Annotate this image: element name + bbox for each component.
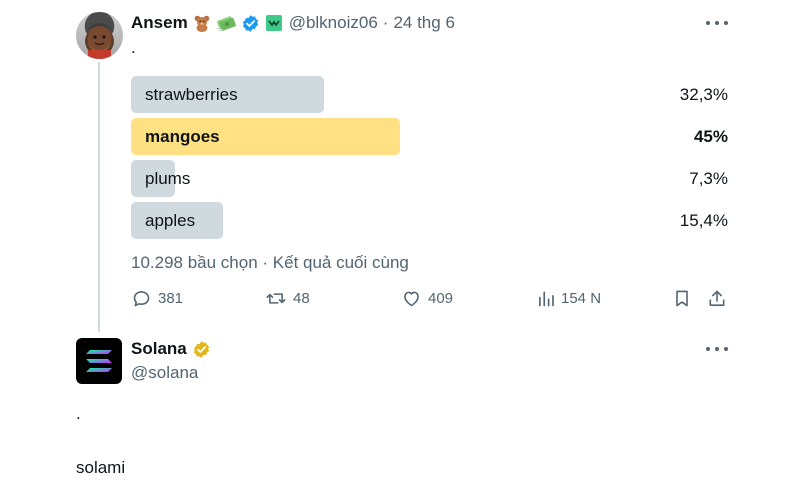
- tweet-solana[interactable]: Solana @solana . solami: [0, 334, 800, 500]
- avatar[interactable]: [76, 338, 122, 384]
- teddy-bear-emoji: [193, 14, 211, 32]
- avatar[interactable]: [76, 12, 123, 59]
- like-button[interactable]: 409: [401, 288, 453, 309]
- poll-option-label: apples: [145, 211, 196, 230]
- tweet-text: .: [131, 38, 136, 57]
- poll-option-plums: plums 7,3%: [131, 160, 728, 197]
- like-count: 409: [428, 290, 454, 307]
- verified-badge-icon[interactable]: [241, 14, 260, 33]
- heart-icon: [401, 288, 422, 309]
- view-count: 154 N: [561, 290, 602, 307]
- poll-option-mangoes: mangoes 45%: [131, 118, 728, 155]
- poll-option-percent: 32,3%: [679, 85, 728, 104]
- poll-option-strawberries: strawberries 32,3%: [131, 76, 728, 113]
- tweet-header: Ansem @blknoiz06 · 24 thg 6: [131, 12, 455, 34]
- tweet-text-line: solami: [76, 458, 126, 477]
- tweet-text-line: .: [76, 404, 81, 423]
- poll-option-label: strawberries: [145, 85, 238, 104]
- poll: strawberries 32,3% mangoes 45% plums 7,3…: [131, 76, 728, 244]
- repost-count: 48: [293, 290, 310, 307]
- green-square-emoji: [265, 14, 283, 32]
- repost-button[interactable]: 48: [265, 288, 310, 309]
- share-icon: [707, 288, 727, 309]
- poll-option-label: plums: [145, 169, 191, 188]
- tweet-ansem[interactable]: Ansem @blknoiz06 · 24 thg 6 . strawberri…: [0, 0, 800, 332]
- author-header: Solana: [131, 339, 211, 359]
- reply-button[interactable]: 381: [131, 288, 183, 309]
- analytics-icon: [537, 288, 555, 309]
- more-options-icon[interactable]: [706, 344, 728, 354]
- more-options-icon[interactable]: [706, 18, 728, 28]
- poll-option-label: mangoes: [145, 127, 220, 146]
- views-button[interactable]: 154 N: [537, 288, 601, 309]
- tweet-actions: 381 48 409 154 N: [131, 288, 731, 312]
- author-handle[interactable]: @solana: [131, 363, 198, 383]
- reply-count: 381: [158, 290, 184, 307]
- poll-option-apples: apples 15,4%: [131, 202, 728, 239]
- thread-line: [98, 62, 100, 332]
- money-emoji: [216, 14, 236, 32]
- repost-icon: [265, 288, 287, 309]
- separator-dot: ·: [382, 13, 389, 32]
- poll-option-percent: 15,4%: [679, 211, 728, 230]
- author-handle[interactable]: @blknoiz06: [289, 13, 378, 33]
- poll-option-percent: 45%: [693, 127, 728, 146]
- tweet-date[interactable]: 24 thg 6: [393, 13, 454, 33]
- bookmark-icon: [672, 288, 692, 309]
- poll-meta: 10.298 bầu chọn · Kết quả cuối cùng: [131, 253, 409, 272]
- bookmark-button[interactable]: [672, 288, 692, 309]
- poll-option-percent: 7,3%: [689, 169, 728, 188]
- author-name[interactable]: Solana: [131, 339, 187, 359]
- reply-icon: [131, 288, 152, 309]
- author-name[interactable]: Ansem: [131, 13, 188, 33]
- verified-gold-badge-icon[interactable]: [192, 340, 211, 359]
- share-button[interactable]: [707, 288, 727, 309]
- solana-logo-icon: [86, 350, 112, 372]
